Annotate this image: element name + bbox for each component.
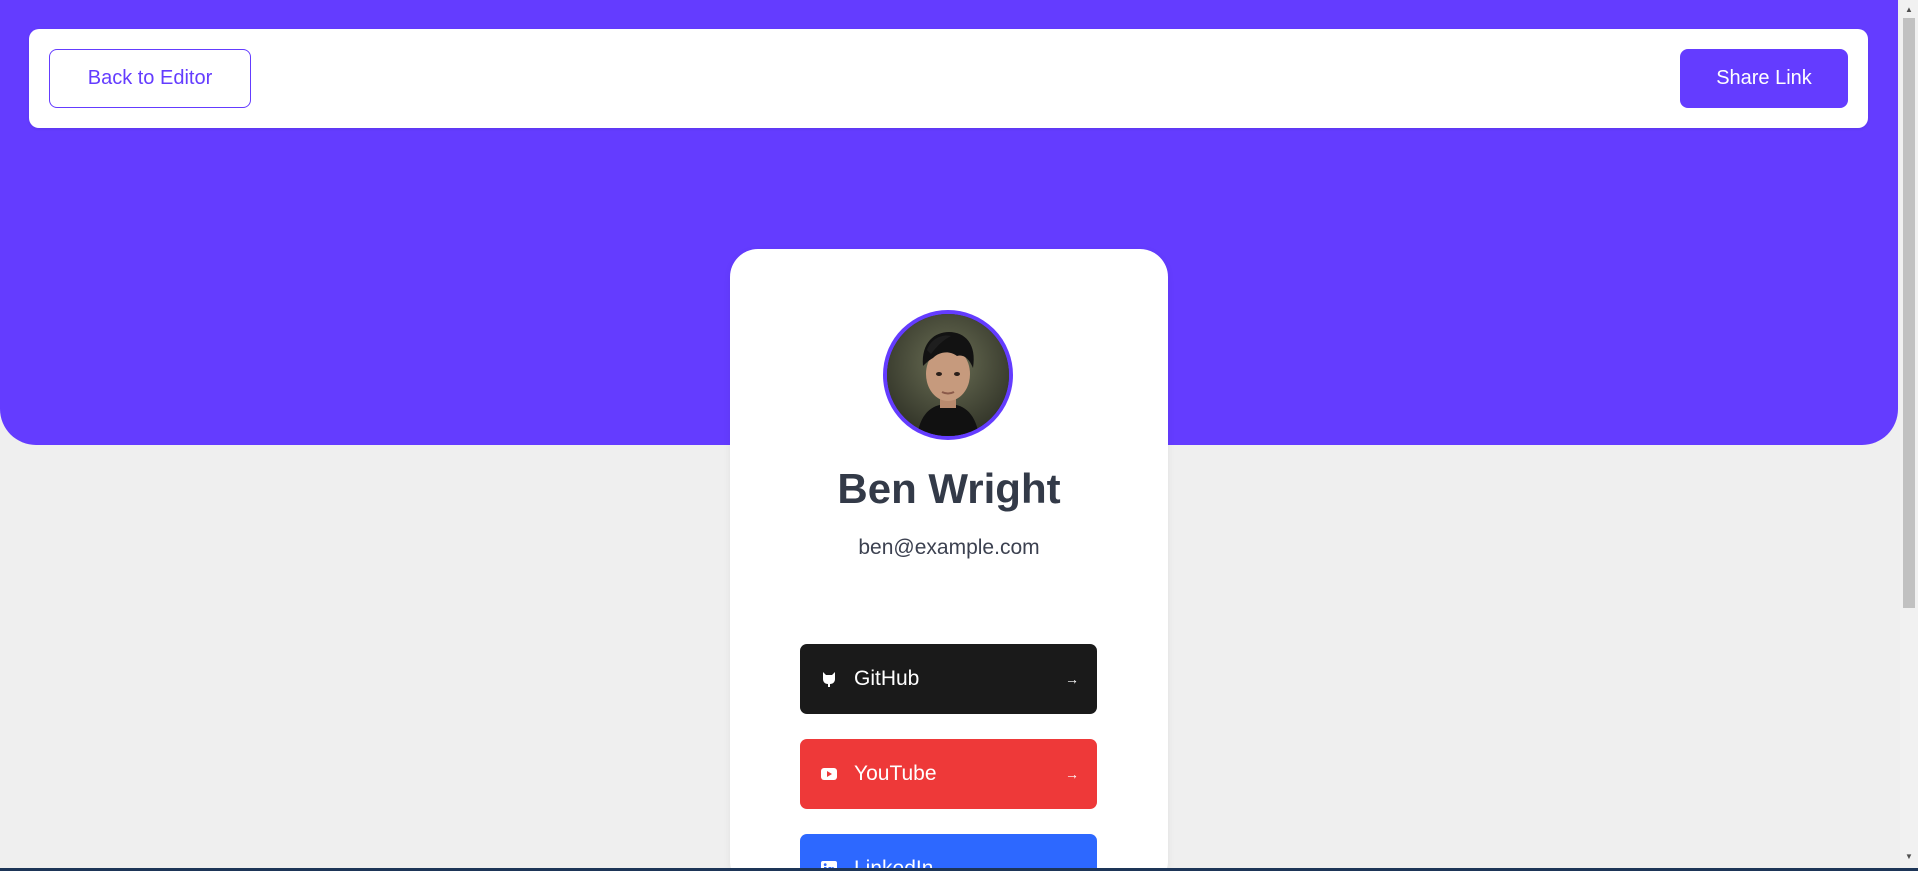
scrollbar-thumb[interactable] bbox=[1903, 18, 1915, 608]
link-label: GitHub bbox=[854, 667, 920, 690]
youtube-icon bbox=[820, 765, 838, 783]
vertical-scrollbar[interactable]: ▲ ▼ bbox=[1900, 0, 1918, 871]
profile-card: Ben Wright ben@example.com GitHub → YouT… bbox=[730, 249, 1168, 871]
linkedin-link-button[interactable]: LinkedIn → bbox=[800, 834, 1097, 871]
share-link-button[interactable]: Share Link bbox=[1680, 49, 1848, 108]
scroll-down-icon[interactable]: ▼ bbox=[1900, 847, 1918, 865]
github-link-button[interactable]: GitHub → bbox=[800, 644, 1097, 714]
page: Back to Editor Share Link Ben Wright ben… bbox=[0, 0, 1918, 871]
scroll-up-icon[interactable]: ▲ bbox=[1900, 0, 1918, 18]
arrow-right-icon: → bbox=[1065, 671, 1079, 687]
arrow-right-icon: → bbox=[1065, 766, 1079, 782]
profile-email: ben@example.com bbox=[858, 536, 1040, 559]
link-label: YouTube bbox=[854, 762, 937, 785]
github-icon bbox=[820, 670, 838, 688]
top-nav-bar: Back to Editor Share Link bbox=[29, 29, 1868, 128]
profile-name: Ben Wright bbox=[837, 465, 1061, 512]
youtube-link-button[interactable]: YouTube → bbox=[800, 739, 1097, 809]
avatar bbox=[883, 310, 1013, 440]
back-to-editor-button[interactable]: Back to Editor bbox=[49, 49, 251, 108]
